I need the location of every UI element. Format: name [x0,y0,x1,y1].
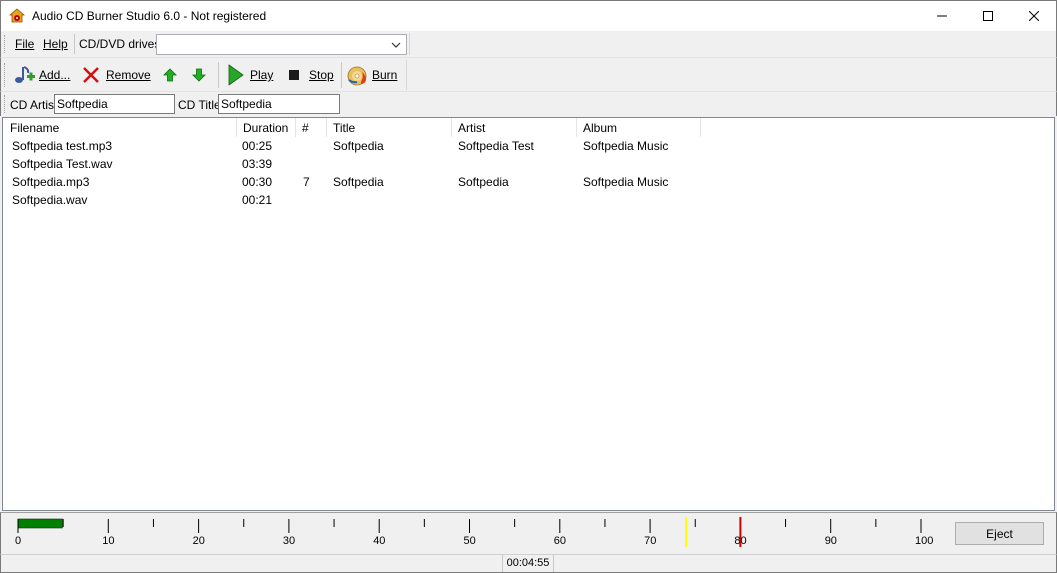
capacity-gauge: 0102030405060708090100 [15,517,933,547]
drives-label: CD/DVD drives [79,37,161,51]
cd-title-label: CD Title [178,98,221,112]
stop-icon [283,64,305,86]
gauge-tick-label: 30 [283,535,295,547]
track-list-header: Filename Duration # Title Artist Album [3,118,1054,137]
move-down-button[interactable] [188,61,210,89]
table-row[interactable]: Softpedia.mp3 00:30 7 Softpedia Softpedi… [3,173,1054,191]
menu-end-separator [409,33,410,55]
cell-album: Softpedia Music [583,175,669,189]
app-cd-burner-icon [8,8,26,24]
cell-filename: Softpedia.wav [12,193,88,207]
move-up-button[interactable] [159,61,181,89]
add-music-icon [13,64,35,86]
cell-artist: Softpedia [458,175,509,189]
drives-select[interactable] [156,34,407,55]
track-list[interactable]: Filename Duration # Title Artist Album S… [2,117,1055,511]
minimize-icon [937,15,947,17]
cell-filename: Softpedia test.mp3 [12,139,113,153]
cell-number: 7 [303,175,310,189]
toolbar-end-separator [406,60,407,90]
gauge-tick-label: 90 [825,535,837,547]
toolbar-separator [341,62,342,88]
close-button[interactable] [1011,1,1057,31]
gauge-tick-label: 0 [15,535,21,547]
cd-artist-label: CD Artist [10,98,58,112]
menu-file[interactable]: File [15,37,34,51]
gauge-tick-label: 20 [193,535,205,547]
remove-label: Remove [106,68,151,82]
gauge-tick-label: 100 [915,535,933,547]
play-button[interactable]: Play [224,61,273,89]
column-header-duration[interactable]: Duration [237,118,296,137]
status-bar: 00:04:55 [0,554,1057,573]
cd-info-grip[interactable] [4,95,7,113]
cell-filename: Softpedia.mp3 [12,175,90,189]
toolbar-separator [218,62,219,88]
table-row[interactable]: Softpedia test.mp3 00:25 Softpedia Softp… [3,137,1054,155]
minimize-button[interactable] [919,1,965,31]
column-header-title[interactable]: Title [327,118,452,137]
eject-button[interactable]: Eject [955,522,1044,545]
menu-separator [74,34,75,54]
menu-bar: File Help CD/DVD drives [0,31,1057,57]
gauge-tick-label: 50 [464,535,476,547]
cell-duration: 00:21 [242,193,273,207]
maximize-icon [983,11,993,21]
stop-button[interactable]: Stop [283,61,334,89]
gauge-tick-label: 60 [554,535,566,547]
maximize-button[interactable] [965,1,1011,31]
menu-grip[interactable] [4,35,7,53]
arrow-down-icon [188,64,210,86]
burn-label: Burn [372,68,398,82]
cell-duration: 00:25 [242,139,273,153]
play-icon [224,64,246,86]
cd-info-bar: CD Artist CD Title [0,91,1057,116]
burn-button[interactable]: Burn [346,61,397,89]
chevron-down-icon [391,42,401,48]
table-row[interactable]: Softpedia Test.wav 03:39 [3,155,1054,173]
arrow-up-icon [159,64,181,86]
total-time: 00:04:55 [502,555,554,572]
cell-artist: Softpedia Test [458,139,534,153]
column-header-number[interactable]: # [296,118,327,137]
add-label: Add... [39,68,71,82]
play-label: Play [250,68,274,82]
capacity-gauge-panel: 0102030405060708090100 Eject [0,512,1057,554]
column-header-album[interactable]: Album [577,118,701,137]
column-header-filename[interactable]: Filename [3,118,237,137]
column-header-artist[interactable]: Artist [452,118,577,137]
gauge-tick-label: 10 [102,535,114,547]
cell-filename: Softpedia Test.wav [12,157,113,171]
window-title: Audio CD Burner Studio 6.0 - Not registe… [32,9,267,23]
cell-duration: 03:39 [242,157,273,171]
burn-cd-icon [346,64,368,86]
cell-title: Softpedia [333,139,384,153]
toolbar: Add... Remove Play Stop Burn [0,57,1057,91]
stop-label: Stop [309,68,334,82]
menu-help[interactable]: Help [43,37,68,51]
remove-button[interactable]: Remove [80,61,151,89]
used-capacity-bar [17,518,63,529]
gauge-tick-label: 70 [644,535,656,547]
title-bar: Audio CD Burner Studio 6.0 - Not registe… [0,0,1057,31]
gauge-tick-label: 40 [373,535,385,547]
table-row[interactable]: Softpedia.wav 00:21 [3,191,1054,209]
cell-album: Softpedia Music [583,139,669,153]
cell-title: Softpedia [333,175,384,189]
remove-x-icon [80,64,102,86]
add-button[interactable]: Add... [13,61,70,89]
cd-artist-input[interactable] [54,94,175,114]
cell-duration: 00:30 [242,175,273,189]
close-icon [1029,11,1039,21]
toolbar-grip[interactable] [4,63,7,87]
cd-title-input[interactable] [218,94,340,114]
